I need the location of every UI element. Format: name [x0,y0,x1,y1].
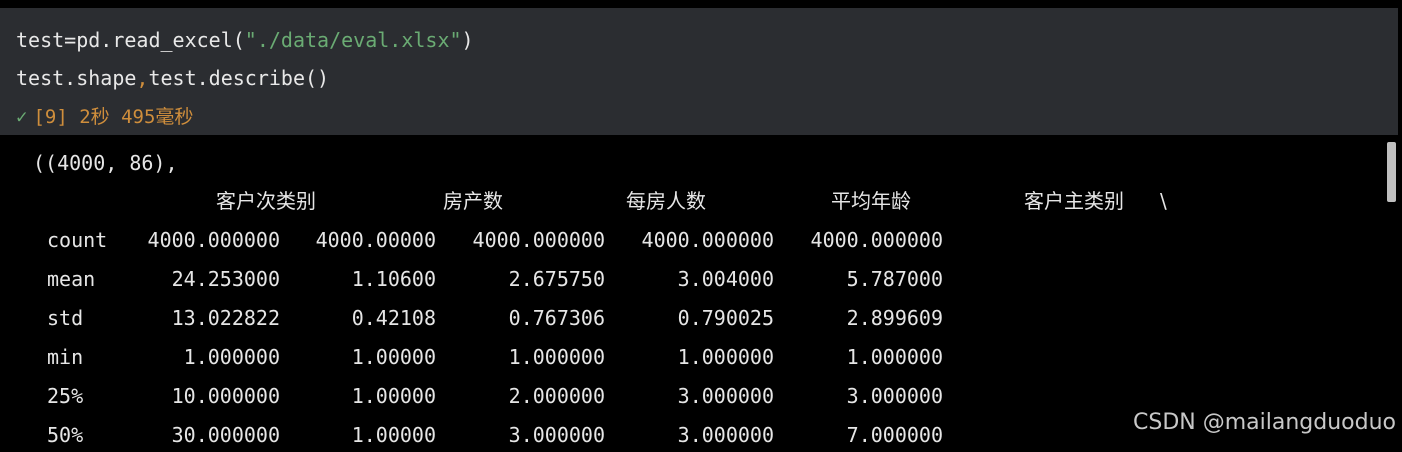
table-cell: 0.790025 [677,306,774,330]
table-cell: 24.253000 [171,267,280,291]
table-cell: 3.000000 [677,423,774,447]
row-label: std [47,306,84,330]
table-cell: 2.899609 [846,306,943,330]
table-cell: 7.000000 [846,423,943,447]
column-header: 房产数 [443,189,503,213]
table-cell: 3.000000 [677,384,774,408]
column-header: 客户次类别 [216,189,316,213]
table-cell: 2.000000 [508,384,605,408]
table-cell: 1.000000 [183,345,280,369]
notebook-page: test=pd.read_excel("./data/eval.xlsx") t… [0,0,1402,452]
table-cell: 1.00000 [351,423,436,447]
code-string-literal: "./data/eval.xlsx" [244,28,462,52]
table-cell: 3.000000 [508,423,605,447]
column-header: 平均年龄 [831,189,911,213]
row-label: min [47,345,84,369]
table-cell: 0.42108 [351,306,436,330]
row-label: 50% [47,423,84,447]
table-cell: 13.022822 [171,306,280,330]
execution-status-text: [9] 2秒 495毫秒 [33,106,194,128]
table-cell: 3.000000 [846,384,943,408]
table-cell: 30.000000 [171,423,280,447]
line-continuation: \ [1160,189,1167,213]
code-line-1[interactable]: test=pd.read_excel("./data/eval.xlsx") [16,27,474,53]
output-shape-line: ((4000, 86), [33,151,178,175]
check-icon: ✓ [16,106,28,128]
table-cell: 10.000000 [171,384,280,408]
code-describe: test.describe() [148,66,330,90]
code-close-paren: ) [461,28,474,52]
table-cell: 1.00000 [351,345,436,369]
cell-output: ((4000, 86), 客户次类别 房产数 每房人数 平均年龄 客户主类别 \… [0,136,1380,452]
table-cell: 4000.00000 [315,228,436,252]
output-scrollbar[interactable] [1387,142,1396,202]
table-cell: 2.675750 [508,267,605,291]
table-cell: 4000.000000 [472,228,605,252]
table-cell: 1.10600 [351,267,436,291]
table-cell: 1.000000 [846,345,943,369]
code-call: test=pd.read_excel( [16,28,245,52]
table-cell: 1.00000 [351,384,436,408]
code-comma: , [136,66,149,90]
table-cell: 3.004000 [677,267,774,291]
table-cell: 4000.000000 [147,228,280,252]
code-line-2[interactable]: test.shape,test.describe() [16,65,329,91]
execution-status: ✓ [9] 2秒 495毫秒 [16,104,193,130]
watermark: CSDN @mailangduoduo [1133,410,1396,435]
code-cell[interactable]: test=pd.read_excel("./data/eval.xlsx") t… [0,8,1398,135]
column-header: 每房人数 [626,189,706,213]
table-cell: 4000.000000 [810,228,943,252]
table-cell: 4000.000000 [641,228,774,252]
table-cell: 1.000000 [508,345,605,369]
column-header: 客户主类别 [1024,189,1124,213]
code-shape: test.shape [16,66,137,90]
row-label: count [47,228,108,252]
table-cell: 5.787000 [846,267,943,291]
row-label: 25% [47,384,84,408]
table-cell: 0.767306 [508,306,605,330]
row-label: mean [47,267,96,291]
table-cell: 1.000000 [677,345,774,369]
